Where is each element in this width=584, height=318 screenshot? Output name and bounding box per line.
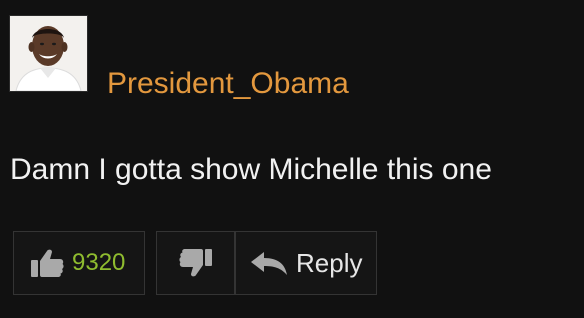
avatar[interactable] [9,15,88,92]
reply-arrow-icon [251,252,287,275]
user-avatar-photo [10,16,87,91]
thumbs-down-icon [178,249,212,277]
username[interactable]: President_Obama [107,66,349,102]
dislike-button[interactable] [156,231,235,295]
comment-text: Damn I gotta show Michelle this one [10,153,492,186]
like-count: 9320 [72,249,126,276]
thumbs-up-icon [31,249,64,277]
reply-label: Reply [296,248,363,278]
like-button[interactable]: 9320 [13,231,145,295]
reply-button[interactable]: Reply [235,231,377,295]
comment-card: President_Obama Damn I gotta show Michel… [0,0,584,318]
